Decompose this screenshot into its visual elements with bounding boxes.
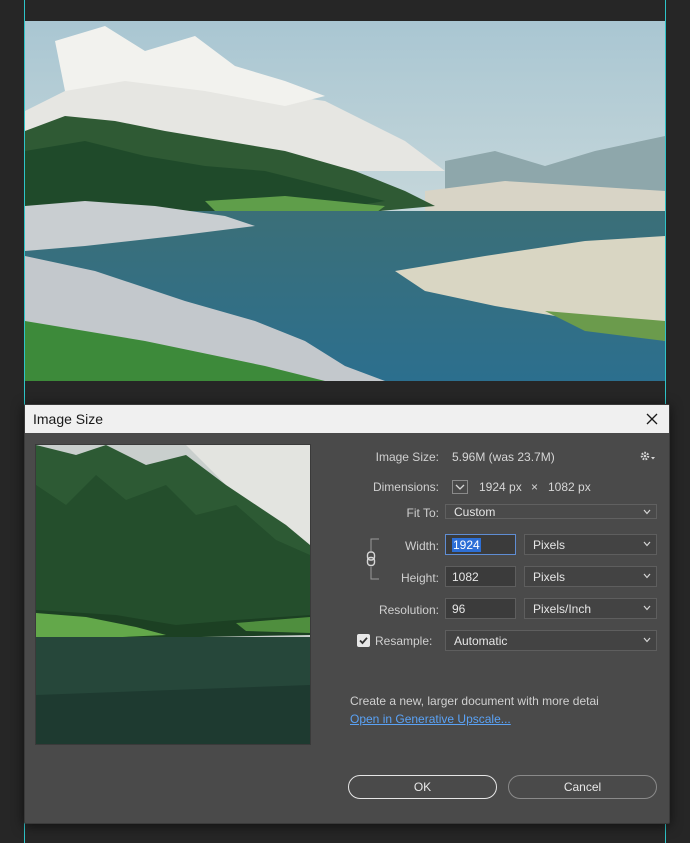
height-label: Height: xyxy=(400,571,439,585)
height-input[interactable]: 1082 xyxy=(445,566,516,587)
height-unit-value: Pixels xyxy=(533,570,566,584)
checkmark-icon xyxy=(359,637,368,645)
resample-checkbox[interactable] xyxy=(357,634,370,647)
generative-upscale-link[interactable]: Open in Generative Upscale... xyxy=(350,712,511,726)
chevron-down-icon xyxy=(643,541,651,547)
image-size-dialog: Image Size Image Size: 5.96M (was 23.7M)… xyxy=(24,404,670,824)
gear-icon[interactable] xyxy=(639,449,657,463)
image-size-value: 5.96M (was 23.7M) xyxy=(452,450,555,464)
fit-to-label: Fit To: xyxy=(406,506,439,520)
dimensions-times-sign: × xyxy=(531,480,539,494)
chevron-down-icon xyxy=(643,637,651,643)
chevron-down-icon[interactable] xyxy=(452,480,468,494)
resolution-value: 96 xyxy=(452,602,466,616)
width-unit-value: Pixels xyxy=(533,538,566,552)
image-preview[interactable] xyxy=(35,444,311,745)
resample-label: Resample: xyxy=(375,634,433,648)
resolution-unit-dropdown[interactable]: Pixels/Inch xyxy=(524,598,657,619)
canvas-image xyxy=(25,21,665,381)
upscale-info-text: Create a new, larger document with more … xyxy=(350,694,599,708)
fit-to-dropdown[interactable]: Custom xyxy=(445,504,657,519)
resolution-unit-value: Pixels/Inch xyxy=(533,602,592,616)
close-icon[interactable] xyxy=(641,408,663,430)
width-label: Width: xyxy=(404,539,439,553)
width-value: 1924 xyxy=(452,538,481,552)
width-input[interactable]: 1924 xyxy=(445,534,516,555)
dialog-title: Image Size xyxy=(33,411,104,427)
resolution-input[interactable]: 96 xyxy=(445,598,516,619)
cancel-button[interactable]: Cancel xyxy=(508,775,657,799)
height-unit-dropdown[interactable]: Pixels xyxy=(524,566,657,587)
dialog-titlebar: Image Size xyxy=(25,405,669,433)
ok-button[interactable]: OK xyxy=(348,775,497,799)
image-size-label: Image Size: xyxy=(375,450,439,464)
resample-dropdown[interactable]: Automatic xyxy=(445,630,657,651)
height-value: 1082 xyxy=(452,570,479,584)
resample-value: Automatic xyxy=(454,634,508,648)
chevron-down-icon xyxy=(643,509,651,515)
chevron-down-icon xyxy=(643,573,651,579)
dimensions-height-value: 1082 px xyxy=(548,480,591,494)
width-unit-dropdown[interactable]: Pixels xyxy=(524,534,657,555)
resolution-label: Resolution: xyxy=(378,603,439,617)
dimensions-label: Dimensions: xyxy=(372,480,439,494)
fit-to-value: Custom xyxy=(454,505,496,519)
chevron-down-icon xyxy=(643,605,651,611)
dimensions-width-value: 1924 px xyxy=(479,480,522,494)
